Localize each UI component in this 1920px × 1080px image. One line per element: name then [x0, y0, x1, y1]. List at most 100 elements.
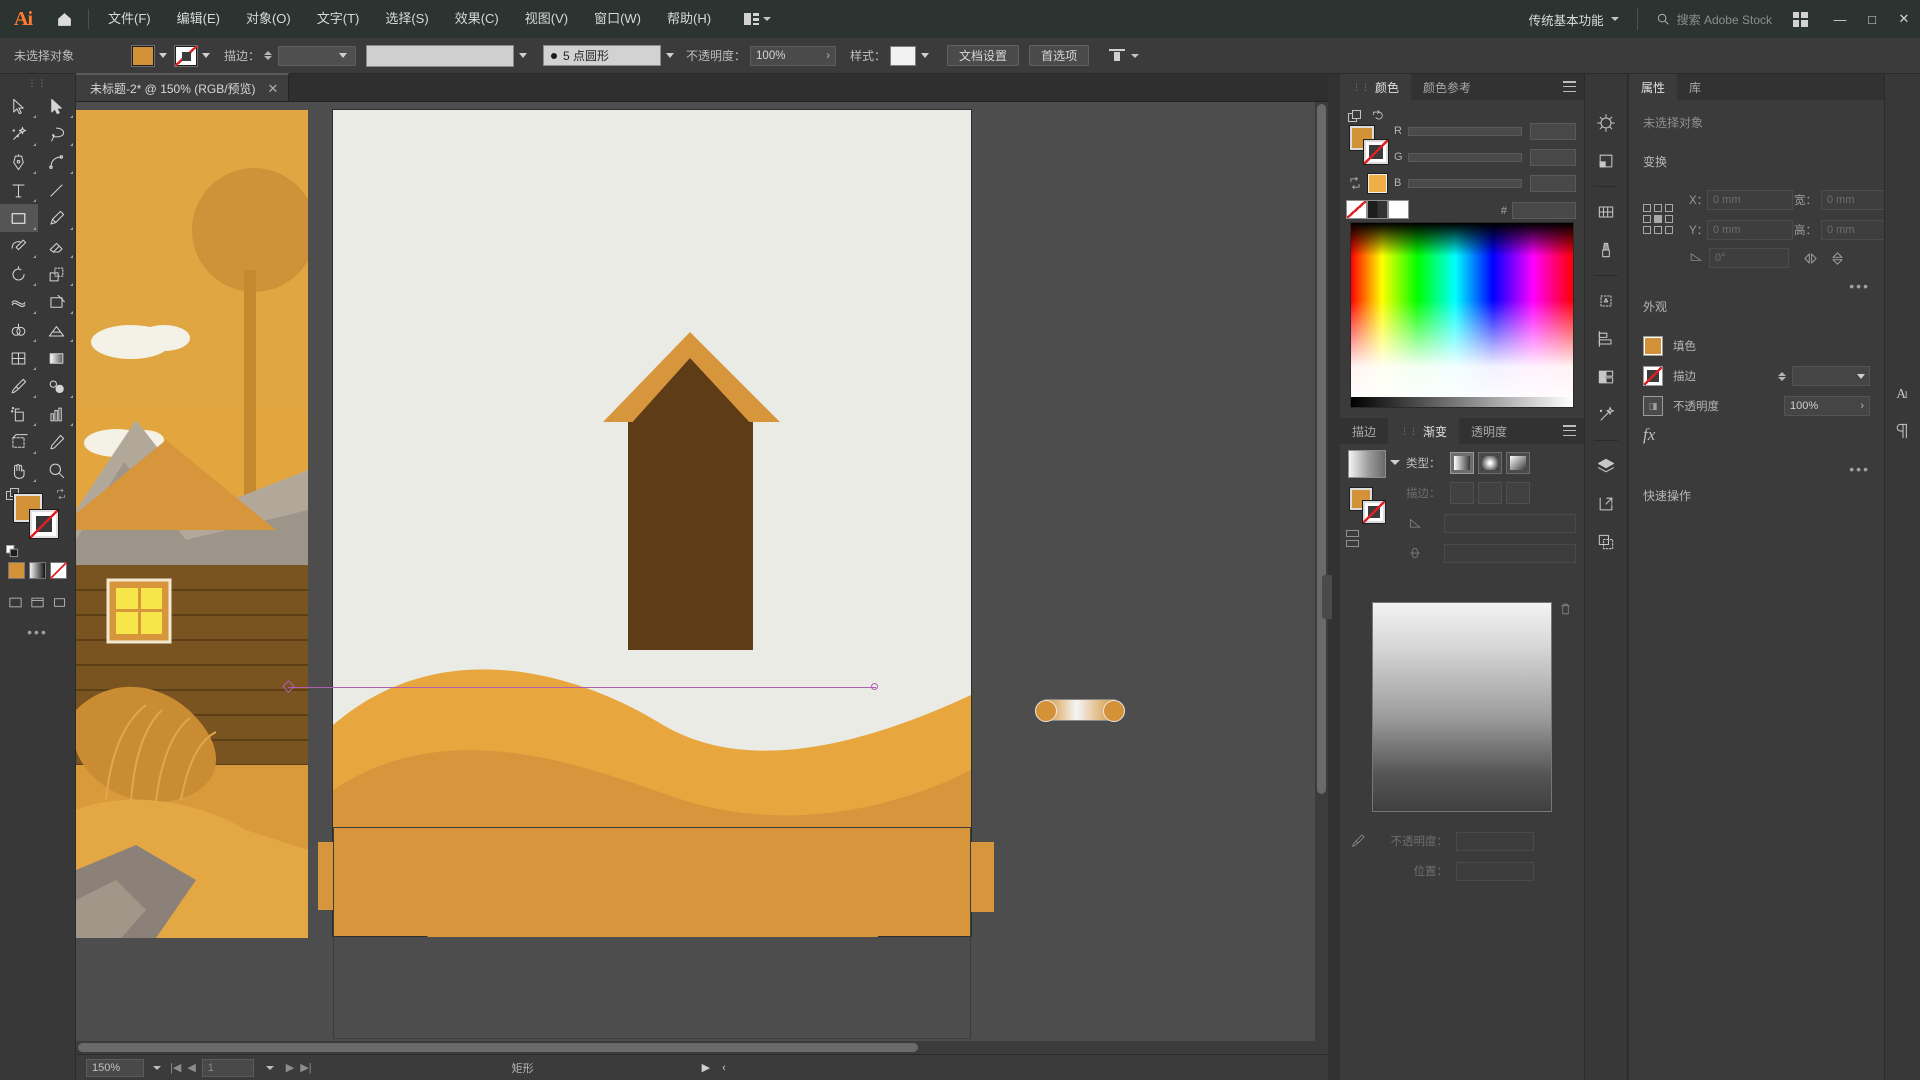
gradient-annotator-widget[interactable] [1035, 699, 1125, 722]
stroke-weight-stepper[interactable] [264, 51, 273, 60]
rotate-tool[interactable] [0, 260, 38, 288]
status-prev-icon[interactable]: ‹ [722, 1062, 726, 1074]
edit-toolbar-button[interactable]: ••• [0, 618, 75, 646]
rectangle-tool[interactable] [0, 204, 38, 232]
radial-gradient-button[interactable] [1478, 452, 1502, 474]
type-tool[interactable] [0, 176, 38, 204]
tab-stroke[interactable]: 描边 [1340, 418, 1388, 444]
symbols-icon[interactable] [1585, 282, 1627, 320]
shaper-tool[interactable] [0, 232, 38, 260]
tab-libraries[interactable]: 库 [1677, 74, 1713, 100]
tab-color[interactable]: ⋮⋮ 颜色 [1340, 74, 1412, 100]
reference-point-selector[interactable] [1643, 204, 1673, 234]
chevron-down-icon[interactable] [519, 53, 528, 58]
eraser-tool[interactable] [38, 232, 76, 260]
hand-tool[interactable] [0, 456, 38, 484]
arrange-documents-button[interactable] [738, 7, 777, 31]
gradient-angle-input[interactable] [1444, 513, 1576, 533]
perspective-grid-tool[interactable] [38, 316, 76, 344]
default-fill-stroke-icon[interactable] [6, 545, 19, 558]
slice-tool[interactable] [38, 428, 76, 456]
canvas-horizontal-scrollbar[interactable] [76, 1041, 1328, 1054]
swap-fill-stroke-icon[interactable] [1348, 176, 1362, 190]
document-tab[interactable]: 未标题-2* @ 150% (RGB/预览) ✕ [76, 73, 290, 101]
tab-properties[interactable]: 属性 [1629, 74, 1678, 100]
channel-slider-b[interactable] [1408, 178, 1522, 188]
stroke-weight-dropdown[interactable] [278, 45, 357, 66]
chevron-down-icon[interactable] [666, 53, 675, 58]
brushes-icon[interactable] [1585, 231, 1627, 269]
home-icon[interactable] [46, 0, 82, 38]
close-icon[interactable]: ✕ [268, 82, 279, 95]
color-spectrum[interactable] [1350, 222, 1574, 408]
panel-collapse-tab[interactable] [1322, 575, 1332, 619]
flip-vertical-icon[interactable] [1829, 251, 1846, 266]
panel-options-icon[interactable] [1563, 81, 1576, 92]
last-artboard-icon[interactable]: ▶| [300, 1061, 311, 1074]
ref-point[interactable] [1654, 204, 1662, 212]
ref-point-active[interactable] [1654, 215, 1662, 223]
prev-artboard-icon[interactable]: ◀ [187, 1061, 195, 1074]
swatch-black[interactable] [1367, 200, 1388, 219]
scale-tool[interactable] [38, 260, 76, 288]
opacity-input[interactable]: 100% › [1784, 396, 1870, 416]
stock-search-input[interactable]: 搜索 Adobe Stock [1646, 7, 1782, 31]
stroke-color-swatch-large[interactable] [30, 510, 58, 538]
mesh-tool[interactable] [0, 344, 38, 372]
ref-point[interactable] [1643, 226, 1651, 234]
y-input[interactable]: 0 mm [1707, 220, 1793, 240]
menu-view[interactable]: 视图(V) [512, 0, 581, 38]
pathfinder-icon[interactable] [1585, 358, 1627, 396]
stroke-gradient-across-button[interactable] [1506, 482, 1530, 504]
line-segment-tool[interactable] [38, 176, 76, 204]
magic-wand-tool[interactable] [0, 120, 38, 148]
align-icon[interactable] [1585, 320, 1627, 358]
chevron-down-icon[interactable] [153, 1065, 161, 1070]
symbol-sprayer-tool[interactable] [0, 400, 38, 428]
canvas-area[interactable] [76, 102, 1328, 1054]
stop-opacity-input[interactable] [1456, 831, 1534, 851]
opacity-input[interactable]: 100% › [750, 45, 837, 66]
eyedropper-tool[interactable] [0, 372, 38, 400]
chevron-down-icon[interactable] [159, 53, 167, 58]
pen-tool[interactable] [0, 148, 38, 176]
angle-input[interactable]: 0° [1709, 248, 1789, 268]
blend-tool[interactable] [38, 372, 76, 400]
appearance-stroke-swatch[interactable] [1643, 366, 1663, 386]
panel-options-icon[interactable] [1563, 425, 1576, 436]
delete-stop-icon[interactable] [1559, 602, 1572, 616]
paintbrush-tool[interactable] [38, 204, 76, 232]
character-icon[interactable]: AI [1885, 374, 1920, 412]
asset-export-icon[interactable] [1585, 485, 1627, 523]
gradient-annotator-line[interactable] [288, 687, 876, 688]
channel-value-r[interactable] [1530, 122, 1576, 140]
channel-slider-r[interactable] [1408, 126, 1522, 136]
more-options-icon[interactable]: ••• [1629, 268, 1884, 294]
ref-point[interactable] [1665, 226, 1673, 234]
ref-point[interactable] [1665, 204, 1673, 212]
free-transform-tool[interactable] [38, 288, 76, 316]
preferences-button[interactable]: 首选项 [1029, 45, 1090, 66]
libraries-icon[interactable] [1585, 142, 1627, 180]
channel-slider-g[interactable] [1408, 152, 1522, 162]
scrollbar-thumb[interactable] [78, 1043, 918, 1052]
hex-input[interactable] [1512, 202, 1576, 219]
stroke-gradient-type-buttons[interactable] [1346, 530, 1359, 547]
stop-location-input[interactable] [1456, 861, 1534, 881]
stroke-weight-input[interactable] [1792, 366, 1870, 386]
menu-window[interactable]: 窗口(W) [581, 0, 654, 38]
next-artboard-icon[interactable]: ▶ [286, 1061, 294, 1074]
swatch-none[interactable] [1346, 200, 1367, 219]
width-tool[interactable] [0, 288, 38, 316]
ref-point[interactable] [1654, 226, 1662, 234]
gradient-slider[interactable] [1372, 602, 1552, 812]
x-input[interactable]: 0 mm [1707, 190, 1793, 210]
tab-gradient[interactable]: ⋮⋮ 渐变 [1388, 418, 1460, 444]
minimize-button[interactable]: — [1824, 0, 1856, 38]
toolbar-drag-handle[interactable]: ⋮⋮ [0, 74, 75, 92]
ref-point[interactable] [1643, 204, 1651, 212]
last-color-swatch[interactable] [1368, 174, 1387, 193]
shape-builder-tool[interactable] [0, 316, 38, 344]
channel-value-g[interactable] [1530, 148, 1576, 166]
gradient-tool[interactable] [38, 344, 76, 372]
